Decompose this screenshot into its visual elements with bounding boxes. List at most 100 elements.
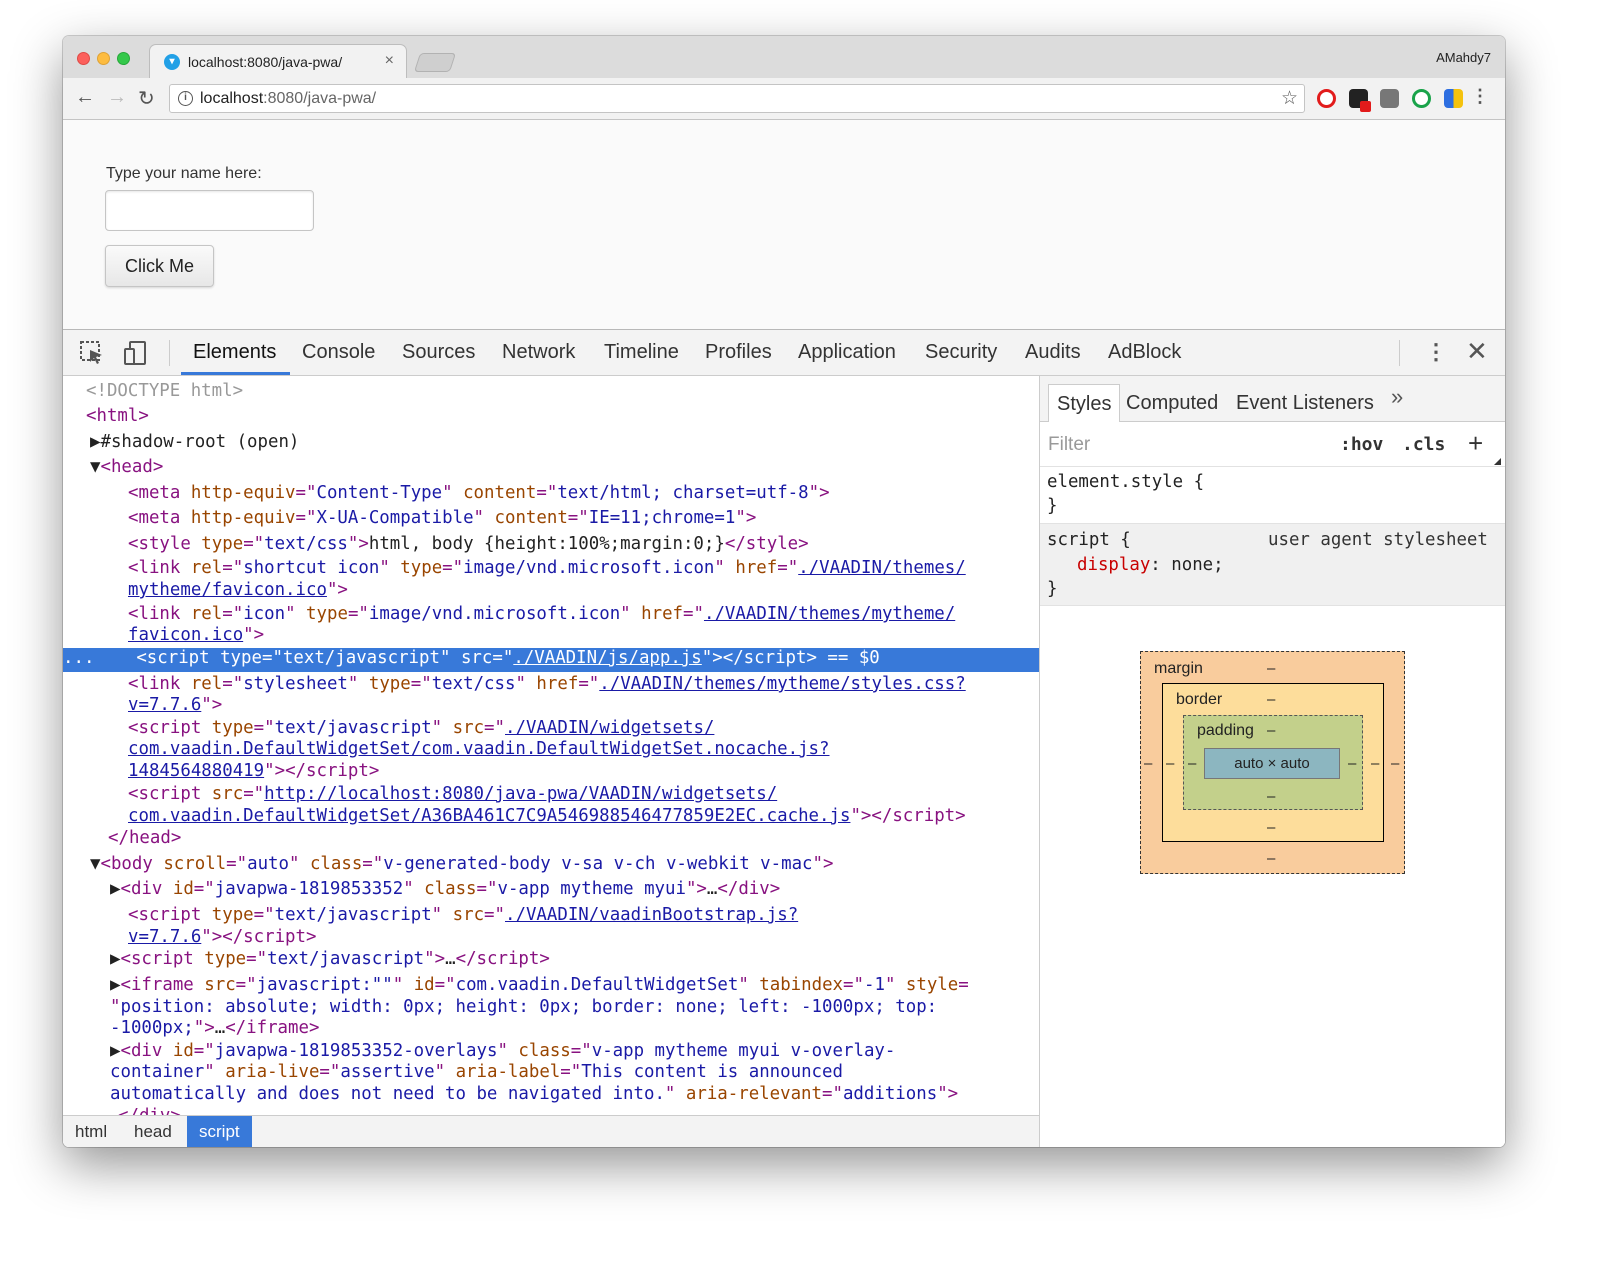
tab-network[interactable]: Network — [502, 341, 575, 364]
opera-extension-icon[interactable] — [1317, 89, 1336, 108]
devtools-close-icon[interactable]: ✕ — [1466, 336, 1488, 367]
rule-selector[interactable]: element.style { — [1047, 472, 1204, 492]
profile-name[interactable]: AMahdy7 — [1436, 50, 1491, 65]
padding-right-value[interactable]: – — [1348, 755, 1356, 772]
minimize-window-button[interactable] — [97, 52, 110, 65]
dom-node-link[interactable]: <link rel="icon" type="image/vnd.microso… — [128, 604, 1039, 624]
dom-node-script[interactable]: ▶<script type="text/javascript">…</scrip… — [110, 949, 1039, 969]
back-arrow-icon[interactable]: ← — [75, 86, 95, 109]
dom-node-link[interactable]: <link rel="stylesheet" type="text/css" h… — [128, 674, 1039, 694]
zoom-window-button[interactable] — [117, 52, 130, 65]
filter-input[interactable]: Filter — [1048, 434, 1090, 456]
url-text[interactable]: localhost:8080/java-pwa/ — [200, 90, 376, 108]
reload-icon[interactable]: ↻ — [138, 86, 155, 111]
dom-node-script[interactable]: <script type="text/javascript" src="./VA… — [128, 905, 1039, 925]
hov-toggle[interactable]: :hov — [1340, 434, 1383, 455]
box-model-margin[interactable]: margin – – – – border – – – – padding – … — [1140, 651, 1405, 874]
tab-audits[interactable]: Audits — [1025, 341, 1081, 364]
tab-profiles[interactable]: Profiles — [705, 341, 772, 364]
dom-node-meta[interactable]: <meta http-equiv="X-UA-Compatible" conte… — [128, 508, 1039, 528]
box-model-padding[interactable]: padding – – – – auto × auto — [1183, 715, 1363, 810]
dom-node-script-cont[interactable]: v=7.7.6"></script> — [128, 927, 1039, 947]
dom-node-script[interactable]: <script type="text/javascript" src="./VA… — [128, 718, 1039, 738]
dom-node-script-cont[interactable]: com.vaadin.DefaultWidgetSet/A36BA461C7C9… — [128, 806, 1039, 826]
border-left-value[interactable]: – — [1166, 755, 1174, 772]
tab-sources[interactable]: Sources — [402, 341, 475, 364]
tab-adblock[interactable]: AdBlock — [1108, 341, 1181, 364]
box-model-content[interactable]: auto × auto — [1204, 748, 1340, 779]
dom-node-html[interactable]: <html> — [86, 406, 1039, 426]
close-window-button[interactable] — [77, 52, 90, 65]
browser-tab[interactable]: ▾ localhost:8080/java-pwa/ × — [149, 44, 407, 78]
border-bottom-value[interactable]: – — [1267, 819, 1275, 836]
dom-node-meta[interactable]: <meta http-equiv="Content-Type" content=… — [128, 483, 1039, 503]
info-icon[interactable]: i — [178, 91, 193, 106]
collapse-arrow-icon[interactable]: ▶ — [110, 1041, 120, 1061]
dom-node-script-cont[interactable]: 1484564880419"></script> — [128, 761, 1039, 781]
expand-arrow-icon[interactable]: ▼ — [90, 854, 100, 874]
tab-styles[interactable]: Styles — [1048, 384, 1121, 422]
dom-node-iframe[interactable]: ▶<iframe src="javascript:""" id="com.vaa… — [110, 975, 1039, 995]
bookmark-star-icon[interactable]: ☆ — [1281, 87, 1298, 110]
more-tabs-icon[interactable]: » — [1391, 384, 1403, 410]
dom-node-link-cont[interactable]: favicon.ico"> — [128, 625, 1039, 645]
dom-node-shadow-root[interactable]: ▶#shadow-root (open) — [90, 432, 1039, 452]
dom-node-style[interactable]: <style type="text/css">html, body {heigh… — [128, 534, 1039, 554]
tab-security[interactable]: Security — [925, 341, 997, 364]
lighthouse-extension-icon[interactable] — [1380, 89, 1399, 108]
margin-right-value[interactable]: – — [1391, 755, 1399, 772]
dom-node-body[interactable]: ▼<body scroll="auto" class="v-generated-… — [90, 854, 1039, 874]
dom-node-link-cont[interactable]: v=7.7.6"> — [128, 695, 1039, 715]
address-bar[interactable]: i localhost:8080/java-pwa/ ☆ — [169, 84, 1305, 113]
expand-arrow-icon[interactable]: ▼ — [90, 457, 100, 477]
padding-bottom-value[interactable]: – — [1267, 788, 1275, 805]
dom-node-link[interactable]: <link rel="shortcut icon" type="image/vn… — [128, 558, 1039, 578]
dom-node-head[interactable]: ▼<head> — [90, 457, 1039, 477]
cls-toggle[interactable]: .cls — [1402, 434, 1445, 455]
dom-node-script[interactable]: <script src="http://localhost:8080/java-… — [128, 784, 1039, 804]
tab-console[interactable]: Console — [302, 341, 375, 364]
notification-extension-icon[interactable] — [1349, 89, 1371, 112]
collapse-arrow-icon[interactable]: ▶ — [110, 975, 120, 995]
tab-application[interactable]: Application — [798, 341, 896, 364]
new-rule-icon[interactable]: + — [1468, 428, 1483, 459]
blue-extension-icon[interactable] — [1444, 89, 1463, 108]
tab-event-listeners[interactable]: Event Listeners — [1228, 384, 1382, 422]
forward-arrow-icon[interactable]: → — [107, 86, 127, 109]
corner-menu-icon[interactable] — [1494, 458, 1501, 465]
dom-node-doctype[interactable]: <!DOCTYPE html> — [86, 381, 1039, 401]
margin-bottom-value[interactable]: – — [1267, 850, 1275, 867]
breadcrumb-head[interactable]: head — [122, 1116, 184, 1147]
new-tab-button[interactable] — [413, 53, 457, 72]
margin-top-value[interactable]: – — [1267, 660, 1275, 677]
tab-elements[interactable]: Elements — [193, 341, 276, 364]
browser-menu-icon[interactable]: ⋮ — [1471, 86, 1489, 107]
margin-left-value[interactable]: – — [1144, 755, 1152, 772]
dom-node-iframe-cont[interactable]: "position: absolute; width: 0px; height:… — [110, 997, 1039, 1017]
name-input[interactable] — [105, 190, 314, 231]
selected-marker[interactable]: ... — [63, 648, 94, 668]
dom-node-div-cont[interactable]: automatically and does not need to be na… — [110, 1084, 1039, 1104]
dom-node-div-cont[interactable]: container" aria-live="assertive" aria-la… — [110, 1062, 1039, 1082]
devtools-menu-icon[interactable]: ⋮ — [1425, 339, 1447, 365]
box-model-border[interactable]: border – – – – padding – – – – auto × au… — [1162, 683, 1384, 842]
dom-tree[interactable]: <!DOCTYPE html> <html> ▶#shadow-root (op… — [63, 376, 1039, 1116]
dom-node-iframe-cont[interactable]: -1000px;">…</iframe> — [110, 1018, 1039, 1038]
dom-node-div[interactable]: ▶<div id="javapwa-1819853352-overlays" c… — [110, 1041, 1039, 1061]
border-right-value[interactable]: – — [1371, 755, 1379, 772]
tab-computed[interactable]: Computed — [1118, 384, 1226, 422]
dom-node-script-selected[interactable]: ... <script type="text/javascript" src="… — [63, 648, 1039, 672]
inspect-element-icon[interactable] — [79, 340, 105, 366]
breadcrumb-html[interactable]: html — [63, 1116, 119, 1147]
collapse-arrow-icon[interactable]: ▶ — [110, 949, 120, 969]
dom-node-link-cont[interactable]: mytheme/favicon.ico"> — [128, 580, 1039, 600]
tab-close-icon[interactable]: × — [385, 52, 394, 70]
click-me-button[interactable]: Click Me — [105, 245, 214, 287]
border-top-value[interactable]: – — [1267, 691, 1275, 708]
green-extension-icon[interactable] — [1412, 89, 1431, 108]
padding-top-value[interactable]: – — [1267, 722, 1275, 739]
breadcrumb-script[interactable]: script — [187, 1116, 252, 1147]
collapse-arrow-icon[interactable]: ▶ — [110, 879, 120, 899]
dom-node-head-close[interactable]: </head> — [108, 828, 1039, 848]
dom-node-div[interactable]: ▶<div id="javapwa-1819853352" class="v-a… — [110, 879, 1039, 899]
